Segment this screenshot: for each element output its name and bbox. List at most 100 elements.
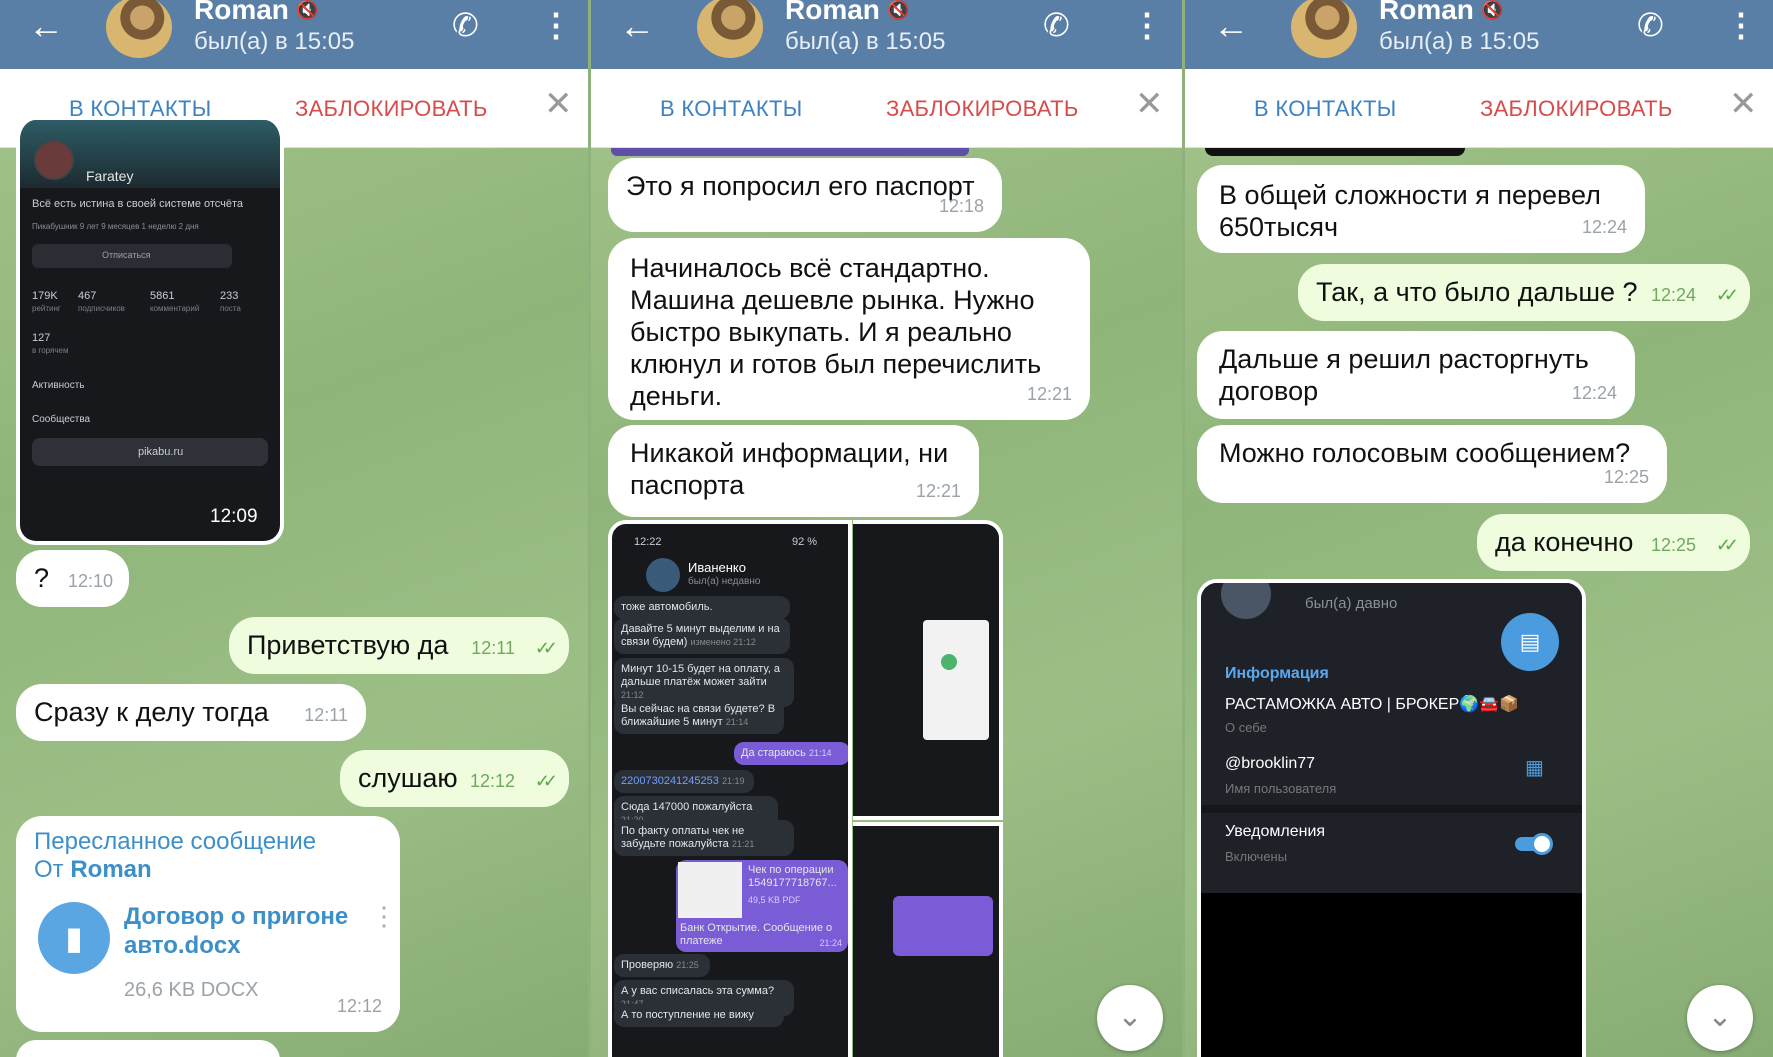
message-in[interactable]: Никакой информации, ни паспорта 12:21 [608, 425, 979, 517]
chat-message: Да стараюсь 21:14 [734, 742, 848, 765]
status-clock: 12:22 [634, 536, 662, 548]
message-text: Никакой информации, ни паспорта [630, 438, 949, 500]
message-out[interactable]: Приветствую да 12:11 ✓✓ [229, 617, 569, 674]
arrow-left-icon[interactable]: ← [1213, 8, 1249, 44]
more-vertical-icon[interactable]: ⋮ [1725, 6, 1757, 44]
close-icon[interactable]: ✕ [1135, 87, 1164, 121]
more-vertical-icon[interactable]: ⋮ [1131, 6, 1163, 44]
double-check-icon: ✓✓ [534, 638, 558, 658]
message-in[interactable]: ? 12:10 [16, 550, 129, 607]
screenshot-image[interactable] [853, 822, 1003, 1057]
message-in[interactable]: В общей сложности я перевел 650тысяч 12:… [1197, 165, 1645, 253]
message-in[interactable]: Дальше я решил расторгнуть договор 12:24 [1197, 331, 1635, 419]
message-time: 12:24 [1571, 383, 1617, 403]
message-out[interactable]: слушаю 12:12 ✓✓ [340, 750, 569, 807]
chat-panel-2: ← Roman 🔇 был(а) в 15:05 ✆ ⋮ В КОНТАКТЫ … [591, 0, 1182, 1057]
chat-message: Чек по операции 1549177718767... 49,5 KB… [676, 860, 848, 952]
avatar[interactable] [106, 0, 172, 58]
message-time: 12:25 [1603, 467, 1649, 487]
communities-section[interactable]: Сообщества [32, 414, 90, 425]
file-size: 26,6 KB DOCX [124, 979, 259, 1001]
message-time: 12:24 [1650, 285, 1696, 305]
chevron-down-icon: ⌄ [1117, 1000, 1143, 1033]
block-button[interactable]: ЗАБЛОКИРОВАТЬ [295, 96, 488, 122]
image-edge[interactable] [1205, 148, 1465, 156]
forward-from[interactable]: Roman [70, 856, 151, 883]
chat-message: Проверяю 21:25 [614, 954, 710, 977]
message-text: ? [34, 563, 50, 593]
more-vertical-icon[interactable]: ⋮ [371, 900, 397, 932]
chat-message: Вы сейчас на связи будете? В ближайшие 5… [614, 698, 784, 734]
username-label: Имя пользователя [1225, 781, 1337, 796]
chat-panel-1: ← Roman 🔇 был(а) в 15:05 ✆ ⋮ В КОНТАКТЫ … [0, 0, 588, 1057]
message-text: Сразу к делу тогда [34, 697, 269, 727]
muted-icon: 🔇 [1481, 0, 1504, 20]
add-contact-button[interactable]: В КОНТАКТЫ [69, 96, 211, 122]
avatar[interactable] [1291, 0, 1357, 58]
stat-subscribers: 467 [78, 290, 97, 302]
message-in[interactable]: Это я попросил его паспорт 12:18 [608, 158, 1002, 232]
arrow-left-icon[interactable]: ← [28, 8, 64, 44]
message-out[interactable]: Так, а что было дальше ? 12:24 ✓✓ [1298, 264, 1750, 321]
block-button[interactable]: ЗАБЛОКИРОВАТЬ [1480, 96, 1673, 122]
screenshot-image[interactable] [853, 520, 1003, 820]
close-icon[interactable]: ✕ [1729, 87, 1758, 121]
message-text: Начиналось всё стандартно. Машина дешевл… [630, 253, 1042, 411]
double-check-icon: ✓✓ [1715, 285, 1739, 305]
muted-icon: 🔇 [887, 0, 910, 20]
muted-icon: 🔇 [296, 0, 319, 20]
message-text: Это я попросил его паспорт [626, 171, 975, 201]
message-in[interactable]: Сразу к делу тогда 12:11 [16, 684, 366, 741]
stat-rating-label: рейтинг [32, 304, 61, 313]
screenshot-image[interactable]: Faratey Всё есть истина в своей системе … [16, 120, 284, 545]
stat-comments: 5861 [150, 290, 175, 302]
message-text: Дальше я решил расторгнуть договор [1219, 344, 1589, 406]
contact-name[interactable]: Roman [194, 0, 289, 26]
message-in[interactable] [16, 1040, 280, 1057]
contact-name[interactable]: Roman [1379, 0, 1474, 26]
notifications-label: Уведомления [1225, 823, 1326, 840]
screenshot-image[interactable]: был(а) давно ▤ Информация РАСТАМОЖКА АВТ… [1197, 579, 1586, 1057]
scroll-down-button[interactable]: ⌄ [1097, 985, 1163, 1051]
file-icon[interactable]: ▮ [38, 902, 110, 974]
message-fab[interactable]: ▤ [1501, 613, 1559, 671]
message-time: 12:21 [1026, 384, 1072, 404]
file-name[interactable]: Договор о пригоне авто.docx [124, 902, 354, 960]
message-in[interactable]: Начиналось всё стандартно. Машина дешевл… [608, 238, 1090, 420]
message-text: да конечно [1495, 527, 1634, 557]
browser-url[interactable]: pikabu.ru [138, 446, 183, 458]
image-edge[interactable] [611, 148, 969, 156]
more-vertical-icon[interactable]: ⋮ [540, 6, 572, 44]
chat-message: По факту оплаты чек не забудьте пожалуйс… [614, 820, 794, 856]
phone-icon[interactable]: ✆ [452, 6, 479, 44]
chat-header: ← Roman 🔇 был(а) в 15:05 ✆ ⋮ [0, 0, 588, 69]
unsubscribe-button[interactable]: Отписаться [102, 250, 151, 260]
screenshot-image[interactable]: 12:22 92 % Иваненко был(а) недавно тоже … [608, 520, 852, 1057]
scroll-down-button[interactable]: ⌄ [1687, 985, 1753, 1051]
message-in[interactable]: Можно голосовым сообщением? 12:25 [1197, 425, 1667, 503]
avatar[interactable] [697, 0, 763, 58]
activity-section[interactable]: Активность [32, 380, 85, 391]
phone-icon[interactable]: ✆ [1043, 6, 1070, 44]
close-icon[interactable]: ✕ [544, 87, 573, 121]
block-button[interactable]: ЗАБЛОКИРОВАТЬ [886, 96, 1079, 122]
contact-name[interactable]: Roman [785, 0, 880, 26]
forwarded-message[interactable]: Пересланное сообщение От Roman ▮ Договор… [16, 816, 400, 1032]
phone-icon[interactable]: ✆ [1637, 6, 1664, 44]
qr-code-icon[interactable]: ▦ [1525, 755, 1544, 780]
stat-subscribers-label: подписчиков [78, 304, 125, 313]
profile-since: Пикабушник 9 лет 9 месяцев 1 неделю 2 дн… [32, 222, 199, 231]
profile-name: Faratey [86, 168, 134, 184]
arrow-left-icon[interactable]: ← [619, 8, 655, 44]
chat-message: А то поступление не вижу [614, 1004, 784, 1027]
message-out[interactable]: да конечно 12:25 ✓✓ [1477, 514, 1750, 571]
chat-message: тоже автомобиль. [614, 596, 790, 619]
add-contact-button[interactable]: В КОНТАКТЫ [660, 96, 802, 122]
screenshot-time: 12:09 [210, 506, 258, 527]
chat-header: ← Roman 🔇 был(а) в 15:05 ✆ ⋮ [591, 0, 1182, 69]
message-time: 12:12 [469, 771, 515, 791]
notifications-toggle[interactable] [1515, 833, 1553, 855]
contact-action-bar: В КОНТАКТЫ ЗАБЛОКИРОВАТЬ ✕ [591, 69, 1182, 148]
username-value[interactable]: @brooklin77 [1225, 755, 1315, 773]
add-contact-button[interactable]: В КОНТАКТЫ [1254, 96, 1396, 122]
